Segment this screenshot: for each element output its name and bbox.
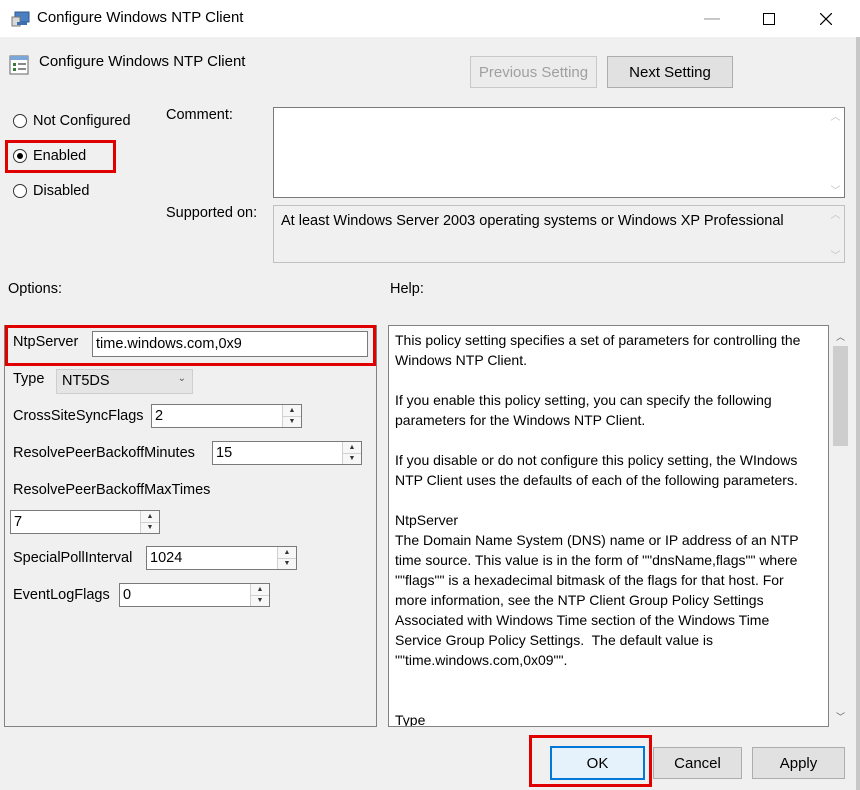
crosssite-value: 2 — [155, 408, 164, 424]
title-bar: Configure Windows NTP Client — — [0, 0, 860, 37]
eventlog-value: 0 — [123, 587, 132, 603]
window-edge — [856, 37, 860, 790]
eventlog-stepper[interactable]: ▲ ▼ — [250, 584, 269, 606]
close-button[interactable] — [797, 0, 855, 37]
maximize-button[interactable] — [740, 0, 798, 37]
window-title: Configure Windows NTP Client — [37, 9, 244, 26]
specialpoll-spinbox[interactable]: 1024 ▲ ▼ — [146, 546, 297, 570]
resolvepeer-label: ResolvePeerBackoffMinutes — [13, 445, 195, 461]
resolvemax-spinbox[interactable]: 7 ▲ ▼ — [10, 510, 160, 534]
ok-highlight — [529, 735, 652, 787]
radio-label: Disabled — [33, 183, 90, 199]
eventlog-label: EventLogFlags — [13, 587, 110, 603]
radio-label: Not Configured — [33, 113, 131, 129]
help-label: Help: — [390, 281, 424, 297]
help-text: This policy setting specifies a set of p… — [395, 332, 801, 727]
disabled-radio[interactable]: Disabled — [13, 183, 89, 199]
resolvepeer-value: 15 — [216, 445, 233, 461]
specialpoll-label: SpecialPollInterval — [13, 550, 133, 566]
type-value: NT5DS — [62, 373, 110, 389]
policy-title: Configure Windows NTP Client — [39, 53, 246, 70]
help-scrollbar[interactable]: ︿ ﹀ — [831, 325, 850, 727]
comment-label: Comment: — [166, 107, 233, 123]
cancel-button[interactable]: Cancel — [653, 747, 742, 779]
supported-on-field: At least Windows Server 2003 operating s… — [273, 205, 845, 263]
ntpserver-highlight — [5, 325, 376, 366]
supported-on-label: Supported on: — [166, 205, 258, 221]
comment-scrollbar[interactable]: ︿ ﹀ — [827, 108, 844, 197]
scroll-down-arrow[interactable]: ﹀ — [831, 707, 850, 725]
specialpoll-value: 1024 — [150, 550, 183, 566]
scroll-thumb[interactable] — [833, 346, 848, 446]
crosssite-label: CrossSiteSyncFlags — [13, 408, 144, 424]
enabled-highlight — [5, 140, 116, 173]
type-select[interactable]: NT5DS ⌄ — [56, 369, 193, 394]
comment-textarea[interactable]: ︿ ﹀ — [273, 107, 845, 198]
resolvepeer-stepper[interactable]: ▲ ▼ — [342, 442, 361, 464]
supported-on-value: At least Windows Server 2003 operating s… — [281, 213, 784, 229]
help-panel: This policy setting specifies a set of p… — [388, 325, 829, 727]
apply-button[interactable]: Apply — [752, 747, 845, 779]
policy-setting-icon — [9, 55, 29, 75]
maximize-icon — [763, 12, 775, 25]
radio-circle — [13, 184, 27, 198]
crosssite-spinbox[interactable]: 2 ▲ ▼ — [151, 404, 302, 428]
policy-window-icon — [11, 11, 30, 27]
resolvemax-label: ResolvePeerBackoffMaxTimes — [13, 482, 211, 498]
supported-scrollbar[interactable]: ︿ ﹀ — [827, 206, 844, 262]
crosssite-stepper[interactable]: ▲ ▼ — [282, 405, 301, 427]
next-setting-button[interactable]: Next Setting — [607, 56, 733, 88]
not-configured-radio[interactable]: Not Configured — [13, 113, 131, 129]
previous-setting-button[interactable]: Previous Setting — [470, 56, 597, 88]
chevron-down-icon: ⌄ — [177, 373, 186, 384]
resolvemax-value: 7 — [14, 514, 23, 530]
eventlog-spinbox[interactable]: 0 ▲ ▼ — [119, 583, 270, 607]
resolvemax-stepper[interactable]: ▲ ▼ — [140, 511, 159, 533]
options-label: Options: — [8, 281, 62, 297]
scroll-up-arrow[interactable]: ︿ — [831, 327, 850, 345]
resolvepeer-spinbox[interactable]: 15 ▲ ▼ — [212, 441, 362, 465]
type-label: Type — [13, 371, 45, 387]
close-icon — [820, 12, 832, 25]
specialpoll-stepper[interactable]: ▲ ▼ — [277, 547, 296, 569]
radio-circle — [13, 114, 27, 128]
minimize-button[interactable]: — — [683, 0, 741, 37]
